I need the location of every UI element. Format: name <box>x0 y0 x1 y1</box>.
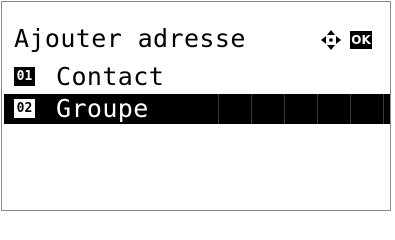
page-title: Ajouter adresse <box>14 24 246 53</box>
lcd-screen: Ajouter adresse OK 01 Contact 02 Groupe <box>1 1 391 211</box>
list-item-label: Groupe <box>56 94 149 123</box>
four-way-arrow-icon <box>321 30 341 50</box>
item-number-badge: 02 <box>14 99 35 118</box>
list-item-label: Contact <box>56 62 165 91</box>
list-item-groupe[interactable]: 02 Groupe <box>4 94 390 124</box>
ok-key-badge: OK <box>350 31 372 49</box>
item-number-badge: 01 <box>14 67 35 86</box>
screen-header: Ajouter adresse OK <box>2 2 392 53</box>
list-item-contact[interactable]: 01 Contact <box>4 62 390 92</box>
